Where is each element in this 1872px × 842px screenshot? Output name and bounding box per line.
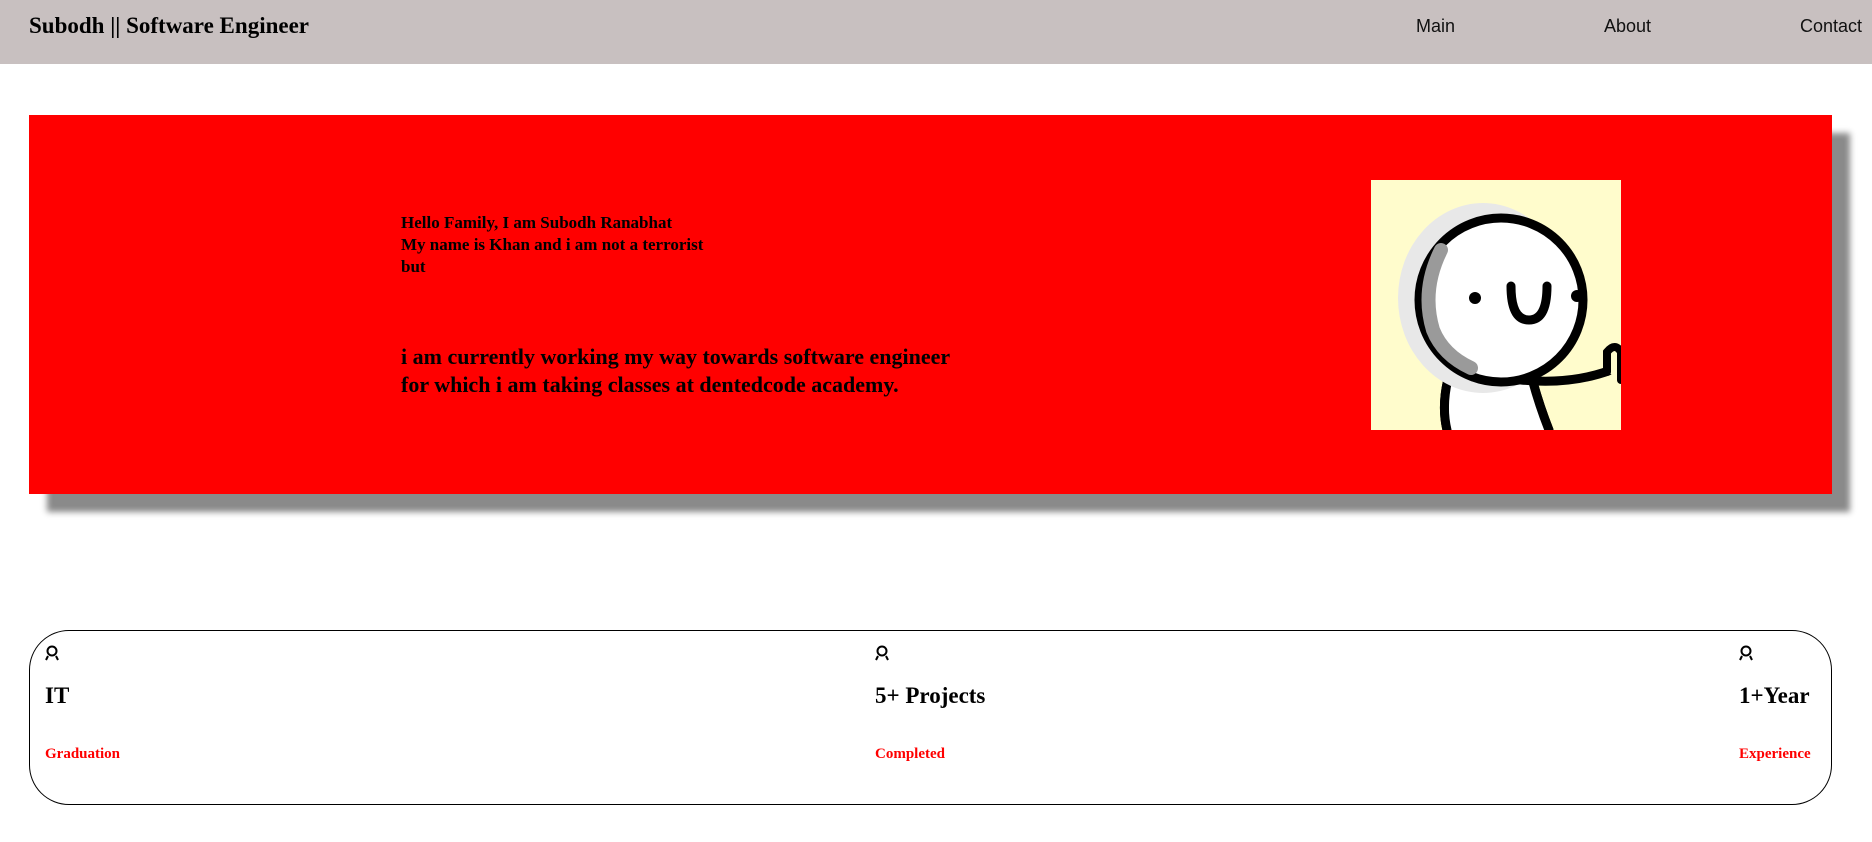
avatar-image: [1371, 180, 1621, 430]
stat-graduation: IT Graduation: [45, 645, 120, 762]
site-brand[interactable]: Subodh || Software Engineer: [29, 13, 309, 39]
hero-greeting: Hello Family, I am Subodh Ranabhat My na…: [401, 212, 703, 278]
nav-link-contact[interactable]: Contact: [1800, 16, 1862, 37]
stat-label: Experience: [1739, 746, 1811, 762]
greeting-line: but: [401, 257, 426, 276]
stick-figure-icon: [1398, 203, 1621, 430]
stat-label: Graduation: [45, 746, 121, 762]
stat-label: Completed: [875, 746, 945, 762]
stat-value: 5+ Projects: [875, 683, 986, 708]
award-ribbon-icon: [1739, 645, 1753, 661]
stats-card: IT Graduation 5+ Projects Completed 1+Ye…: [29, 630, 1832, 805]
hero-banner: Hello Family, I am Subodh Ranabhat My na…: [29, 115, 1832, 494]
hero-tagline: i am currently working my way towards so…: [401, 343, 950, 399]
top-navbar: Subodh || Software Engineer Main About C…: [0, 0, 1872, 64]
nav-link-main[interactable]: Main: [1416, 16, 1455, 37]
nav-link-about[interactable]: About: [1604, 16, 1651, 37]
stat-value: 1+Year: [1739, 683, 1810, 708]
award-ribbon-icon: [45, 645, 59, 661]
tagline-line: for which i am taking classes at dentedc…: [401, 372, 899, 397]
stat-projects: 5+ Projects Completed: [875, 645, 985, 762]
greeting-line: My name is Khan and i am not a terrorist: [401, 235, 704, 254]
tagline-line: i am currently working my way towards so…: [401, 344, 951, 369]
award-ribbon-icon: [875, 645, 889, 661]
greeting-line: Hello Family, I am Subodh Ranabhat: [401, 213, 673, 232]
stat-experience: 1+Year Experience: [1739, 645, 1811, 762]
stat-value: IT: [45, 683, 70, 708]
